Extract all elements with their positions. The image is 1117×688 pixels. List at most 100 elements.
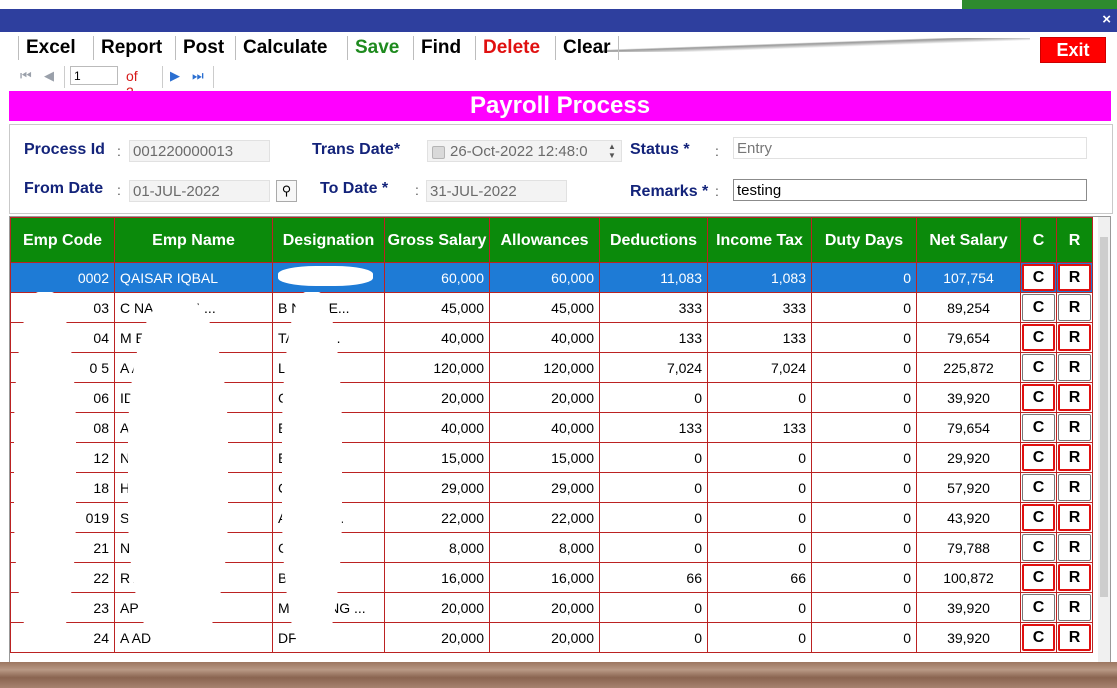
cell-c: C xyxy=(1020,412,1057,443)
c-button[interactable]: C xyxy=(1022,624,1055,651)
cell-income-tax: 133 xyxy=(707,322,812,353)
r-button[interactable]: R xyxy=(1058,504,1091,531)
column-header-designation[interactable]: Designation xyxy=(272,217,385,263)
status-field[interactable]: Entry xyxy=(733,137,1087,159)
excel-button[interactable]: Excel xyxy=(18,36,83,60)
calculate-button[interactable]: Calculate xyxy=(235,36,334,60)
r-button[interactable]: R xyxy=(1058,354,1091,381)
cell-duty-days: 0 xyxy=(811,352,917,383)
last-page-icon[interactable]: ⏭ xyxy=(192,68,204,84)
cell-duty-days: 0 xyxy=(811,292,917,323)
cell-allowances: 29,000 xyxy=(489,472,600,503)
cell-deductions: 66 xyxy=(599,562,708,593)
find-button[interactable]: Find xyxy=(413,36,468,60)
column-header-emp-name[interactable]: Emp Name xyxy=(114,217,273,263)
cell-r: R xyxy=(1056,352,1093,383)
to-date-field[interactable]: 31-JUL-2022 xyxy=(426,180,567,202)
trans-date-field[interactable]: 26-Oct-2022 12:48:0 xyxy=(427,140,622,162)
c-button[interactable]: C xyxy=(1022,474,1055,501)
c-button[interactable]: C xyxy=(1022,324,1055,351)
remarks-label: Remarks * xyxy=(630,183,709,200)
cell-c: C xyxy=(1020,292,1057,323)
c-button[interactable]: C xyxy=(1022,504,1055,531)
column-header-r: R xyxy=(1056,217,1093,263)
save-button[interactable]: Save xyxy=(347,36,406,60)
c-button[interactable]: C xyxy=(1022,414,1055,441)
r-button[interactable]: R xyxy=(1058,474,1091,501)
column-header-gross-salary[interactable]: Gross Salary xyxy=(384,217,490,263)
column-header-net-salary[interactable]: Net Salary xyxy=(916,217,1021,263)
c-button[interactable]: C xyxy=(1022,594,1055,621)
cell-net-salary: 107,754 xyxy=(916,262,1021,293)
table-row[interactable]: 0002 QAISAR IQBAL 60,000 60,000 11,083 1,083 0… xyxy=(10,262,1093,293)
column-header-income-tax[interactable]: Income Tax xyxy=(707,217,812,263)
column-header-duty-days[interactable]: Duty Days xyxy=(811,217,917,263)
delete-button[interactable]: Delete xyxy=(475,36,547,60)
cell-r: R xyxy=(1056,382,1093,413)
nav-divider xyxy=(213,66,214,88)
c-button[interactable]: C xyxy=(1022,354,1055,381)
cell-gross-salary: 60,000 xyxy=(384,262,490,293)
r-button[interactable]: R xyxy=(1058,564,1091,591)
r-button[interactable]: R xyxy=(1058,264,1091,291)
cell-gross-salary: 15,000 xyxy=(384,442,490,473)
cell-r: R xyxy=(1056,622,1093,653)
cell-income-tax: 0 xyxy=(707,502,812,533)
r-button[interactable]: R xyxy=(1058,594,1091,621)
c-button[interactable]: C xyxy=(1022,384,1055,411)
cell-gross-salary: 8,000 xyxy=(384,532,490,563)
scrollbar-thumb[interactable] xyxy=(1100,237,1108,597)
next-page-icon[interactable]: ▶ xyxy=(170,68,180,84)
r-button[interactable]: R xyxy=(1058,624,1091,651)
column-header-allowances[interactable]: Allowances xyxy=(489,217,600,263)
report-button[interactable]: Report xyxy=(93,36,169,60)
colon: : xyxy=(415,182,419,198)
process-id-field[interactable]: 001220000013 xyxy=(129,140,270,162)
table-header-row: Emp Code Emp Name Designation Gross Sala… xyxy=(10,217,1093,263)
spinner-arrows-icon[interactable]: ▲ ▼ xyxy=(608,142,616,160)
c-button[interactable]: C xyxy=(1022,534,1055,561)
cell-r: R xyxy=(1056,532,1093,563)
cell-r: R xyxy=(1056,562,1093,593)
column-header-deductions[interactable]: Deductions xyxy=(599,217,708,263)
close-icon[interactable]: × xyxy=(1102,11,1111,28)
column-header-emp-code[interactable]: Emp Code xyxy=(10,217,115,263)
cell-net-salary: 79,654 xyxy=(916,322,1021,353)
r-button[interactable]: R xyxy=(1058,414,1091,441)
c-button[interactable]: C xyxy=(1022,264,1055,291)
c-button[interactable]: C xyxy=(1022,444,1055,471)
page-title: Payroll Process xyxy=(9,91,1111,121)
r-button[interactable]: R xyxy=(1058,444,1091,471)
r-button[interactable]: R xyxy=(1058,384,1091,411)
cell-gross-salary: 20,000 xyxy=(384,382,490,413)
cell-duty-days: 0 xyxy=(811,412,917,443)
r-button[interactable]: R xyxy=(1058,534,1091,561)
cell-income-tax: 0 xyxy=(707,472,812,503)
cell-c: C xyxy=(1020,532,1057,563)
from-date-field[interactable]: 01-JUL-2022 xyxy=(129,180,270,202)
remarks-input[interactable]: testing xyxy=(733,179,1087,201)
r-button[interactable]: R xyxy=(1058,324,1091,351)
titlebar-accent xyxy=(962,0,1117,9)
cell-duty-days: 0 xyxy=(811,382,917,413)
checkbox-icon[interactable] xyxy=(432,146,445,159)
cell-c: C xyxy=(1020,472,1057,503)
cell-income-tax: 0 xyxy=(707,622,812,653)
vertical-scrollbar[interactable] xyxy=(1098,217,1110,663)
post-button[interactable]: Post xyxy=(175,36,231,60)
cell-r: R xyxy=(1056,502,1093,533)
cell-allowances: 20,000 xyxy=(489,382,600,413)
cell-income-tax: 7,024 xyxy=(707,352,812,383)
nav-divider xyxy=(64,66,65,88)
c-button[interactable]: C xyxy=(1022,564,1055,591)
page-number-input[interactable] xyxy=(70,66,118,85)
c-button[interactable]: C xyxy=(1022,294,1055,321)
previous-page-icon[interactable]: ◀ xyxy=(44,68,54,84)
cell-allowances: 8,000 xyxy=(489,532,600,563)
clear-button[interactable]: Clear xyxy=(555,36,619,60)
exit-button[interactable]: Exit xyxy=(1040,37,1106,63)
first-page-icon[interactable]: ⏮ xyxy=(20,68,32,84)
r-button[interactable]: R xyxy=(1058,294,1091,321)
trans-date-value: 26-Oct-2022 12:48:0 xyxy=(450,143,588,160)
search-icon[interactable]: ⚲ xyxy=(276,180,297,202)
